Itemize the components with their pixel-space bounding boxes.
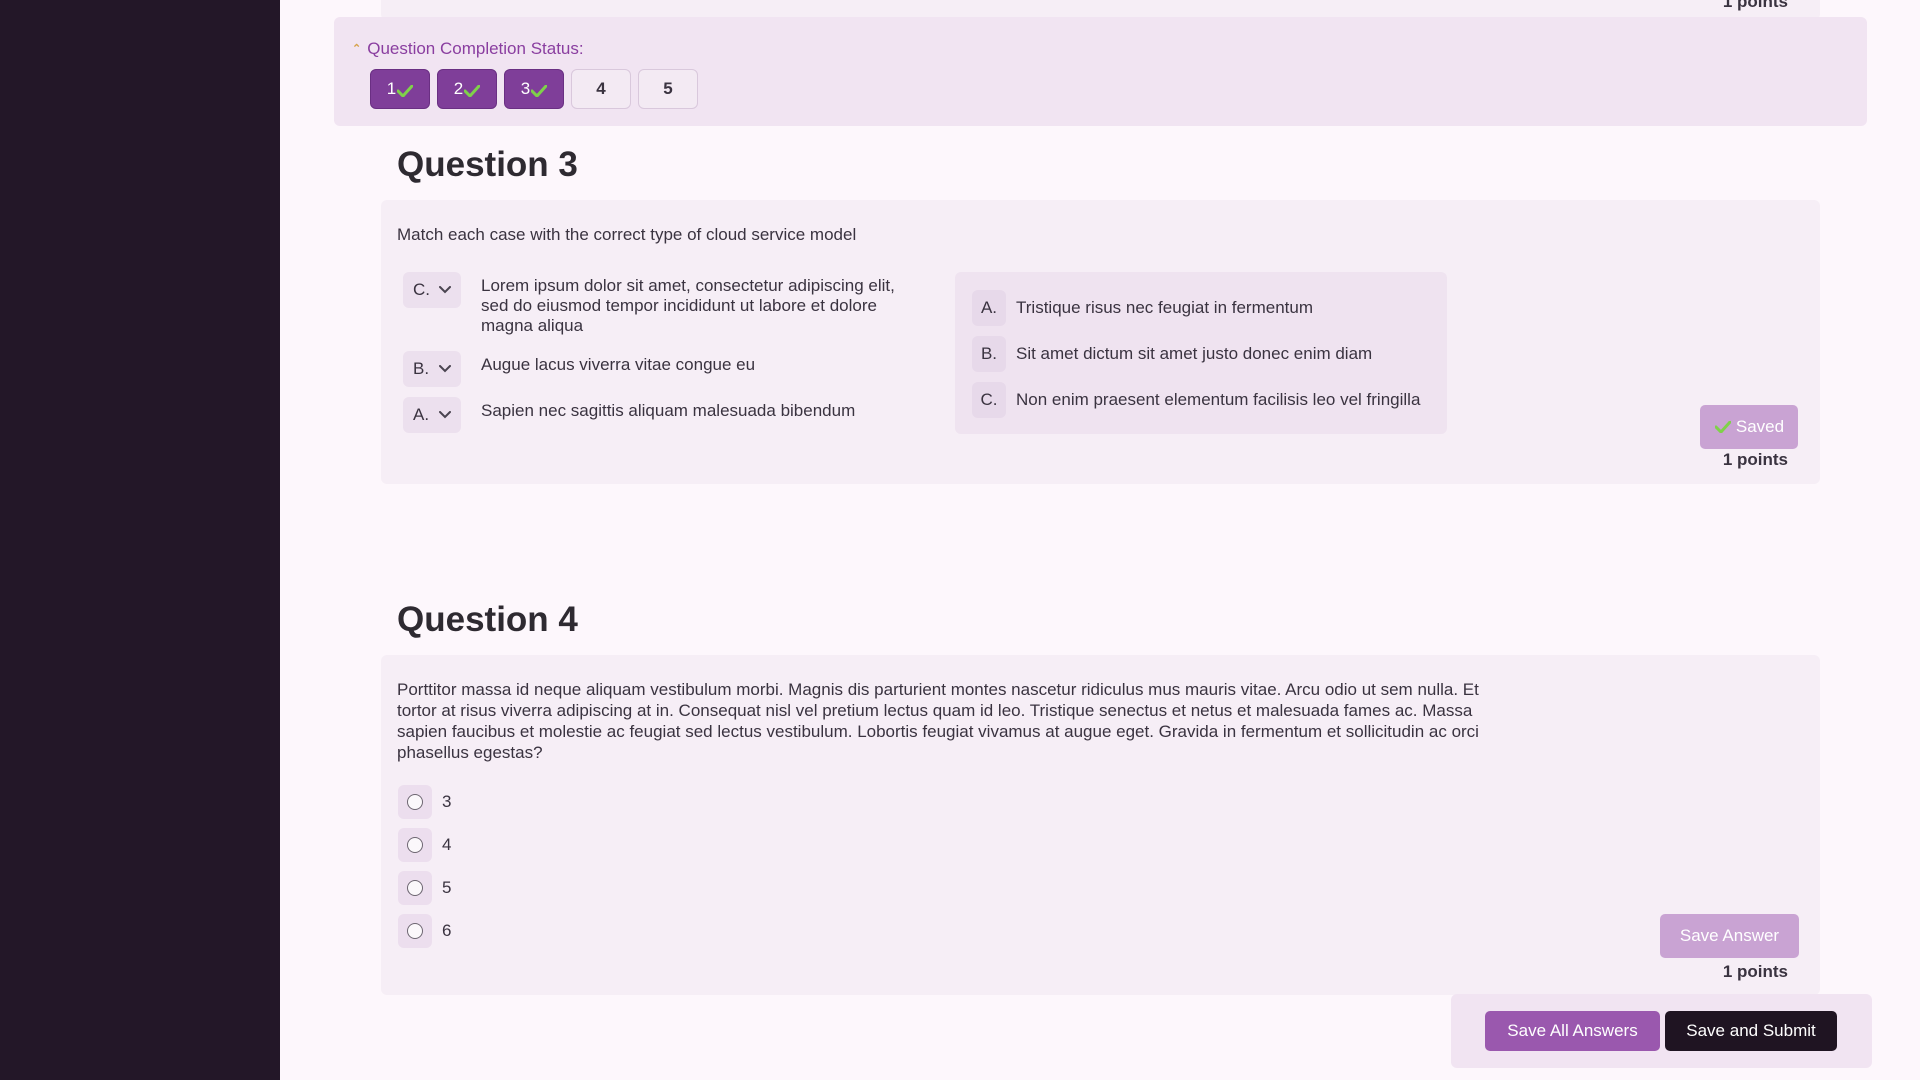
previous-question-points: 1 points bbox=[1722, 0, 1788, 11]
choice-option[interactable]: 4 bbox=[398, 828, 451, 862]
radio-circle bbox=[407, 837, 423, 853]
option-text: Non enim praesent elementum facilisis le… bbox=[1016, 390, 1421, 409]
match-select[interactable]: C. bbox=[403, 272, 461, 308]
option-text: Tristique risus nec feugiat in fermentum bbox=[1016, 298, 1313, 317]
question-4-heading: Question 4 bbox=[397, 600, 578, 639]
checkmark-icon bbox=[397, 85, 414, 97]
option-letter: A. bbox=[972, 290, 1006, 326]
match-option: C. Non enim praesent elementum facilisis… bbox=[972, 382, 1420, 418]
choice-label: 5 bbox=[442, 878, 452, 897]
save-and-submit-button[interactable]: Save and Submit bbox=[1665, 1011, 1837, 1051]
match-row: B. Augue lacus viverra vitae congue eu bbox=[403, 351, 921, 387]
question-4-card: Porttitor massa id neque aliquam vestibu… bbox=[381, 655, 1820, 995]
question-nav-1[interactable]: 1 bbox=[370, 69, 430, 109]
match-select-value: C. bbox=[413, 280, 430, 299]
completion-status-toggle[interactable]: ⌃ Question Completion Status: bbox=[352, 39, 584, 59]
question-4-points: 1 points bbox=[1722, 962, 1788, 981]
option-text: Sit amet dictum sit amet justo donec eni… bbox=[1016, 344, 1373, 363]
match-select[interactable]: B. bbox=[403, 351, 461, 387]
match-row: C. Lorem ipsum dolor sit amet, consectet… bbox=[403, 272, 921, 336]
radio-circle bbox=[407, 880, 423, 896]
completion-status-panel: ⌃ Question Completion Status: 1 2 3 4 5 bbox=[334, 17, 1867, 126]
checkmark-icon bbox=[464, 85, 481, 97]
completion-status-title: Question Completion Status: bbox=[367, 39, 584, 58]
question-3-points: 1 points bbox=[1722, 450, 1788, 469]
match-option: B. Sit amet dictum sit amet justo donec … bbox=[972, 336, 1372, 372]
question-nav: 1 2 3 4 5 bbox=[370, 69, 698, 109]
bottom-action-bar: Save All Answers Save and Submit bbox=[1451, 994, 1872, 1068]
choice-label: 3 bbox=[442, 792, 452, 811]
match-select[interactable]: A. bbox=[403, 397, 461, 433]
choice-label: 4 bbox=[442, 835, 452, 854]
radio-button[interactable] bbox=[398, 785, 432, 819]
question-nav-label: 5 bbox=[663, 79, 673, 98]
chevron-down-icon bbox=[439, 286, 451, 294]
save-answer-button[interactable]: Save Answer bbox=[1660, 914, 1799, 958]
question-nav-4[interactable]: 4 bbox=[571, 69, 631, 109]
saved-label: Saved bbox=[1735, 417, 1785, 436]
radio-circle bbox=[407, 923, 423, 939]
option-letter: C. bbox=[972, 382, 1006, 418]
question-nav-label: 2 bbox=[453, 79, 464, 98]
save-all-answers-button[interactable]: Save All Answers bbox=[1485, 1011, 1660, 1051]
checkmark-icon bbox=[1714, 421, 1731, 433]
option-letter: B. bbox=[972, 336, 1006, 372]
match-case-text: Augue lacus viverra vitae congue eu bbox=[481, 355, 756, 374]
match-row: A. Sapien nec sagittis aliquam malesuada… bbox=[403, 397, 921, 433]
chevron-down-icon bbox=[439, 365, 451, 373]
match-select-value: B. bbox=[413, 359, 430, 378]
match-option: A. Tristique risus nec feugiat in fermen… bbox=[972, 290, 1313, 326]
checkmark-icon bbox=[531, 85, 548, 97]
question-nav-2[interactable]: 2 bbox=[437, 69, 497, 109]
match-case-text: Lorem ipsum dolor sit amet, consectetur … bbox=[481, 276, 895, 335]
choice-label: 6 bbox=[442, 921, 452, 940]
sidebar bbox=[0, 0, 280, 1080]
radio-button[interactable] bbox=[398, 828, 432, 862]
radio-button[interactable] bbox=[398, 871, 432, 905]
double-chevron-up-icon: ⌃ bbox=[352, 42, 362, 55]
radio-button[interactable] bbox=[398, 914, 432, 948]
question-3-prompt: Match each case with the correct type of… bbox=[397, 225, 857, 244]
question-nav-label: 1 bbox=[386, 79, 397, 98]
choice-option[interactable]: 3 bbox=[398, 785, 451, 819]
choice-option[interactable]: 5 bbox=[398, 871, 451, 905]
main-content: 1 points ⌃ Question Completion Status: 1… bbox=[280, 0, 1920, 1080]
question-3-card: Match each case with the correct type of… bbox=[381, 200, 1820, 484]
question-3-heading: Question 3 bbox=[397, 145, 578, 184]
saved-button[interactable]: Saved bbox=[1700, 405, 1798, 449]
match-options-box: A. Tristique risus nec feugiat in fermen… bbox=[955, 272, 1447, 434]
question-nav-label: 3 bbox=[520, 79, 531, 98]
match-case-text: Sapien nec sagittis aliquam malesuada bi… bbox=[481, 401, 856, 420]
match-select-value: A. bbox=[413, 405, 430, 424]
chevron-down-icon bbox=[439, 411, 451, 419]
choice-option[interactable]: 6 bbox=[398, 914, 451, 948]
question-nav-label: 4 bbox=[596, 79, 606, 98]
question-4-prompt: Porttitor massa id neque aliquam vestibu… bbox=[397, 680, 1479, 762]
radio-circle bbox=[407, 794, 423, 810]
question-nav-3[interactable]: 3 bbox=[504, 69, 564, 109]
question-nav-5[interactable]: 5 bbox=[638, 69, 698, 109]
